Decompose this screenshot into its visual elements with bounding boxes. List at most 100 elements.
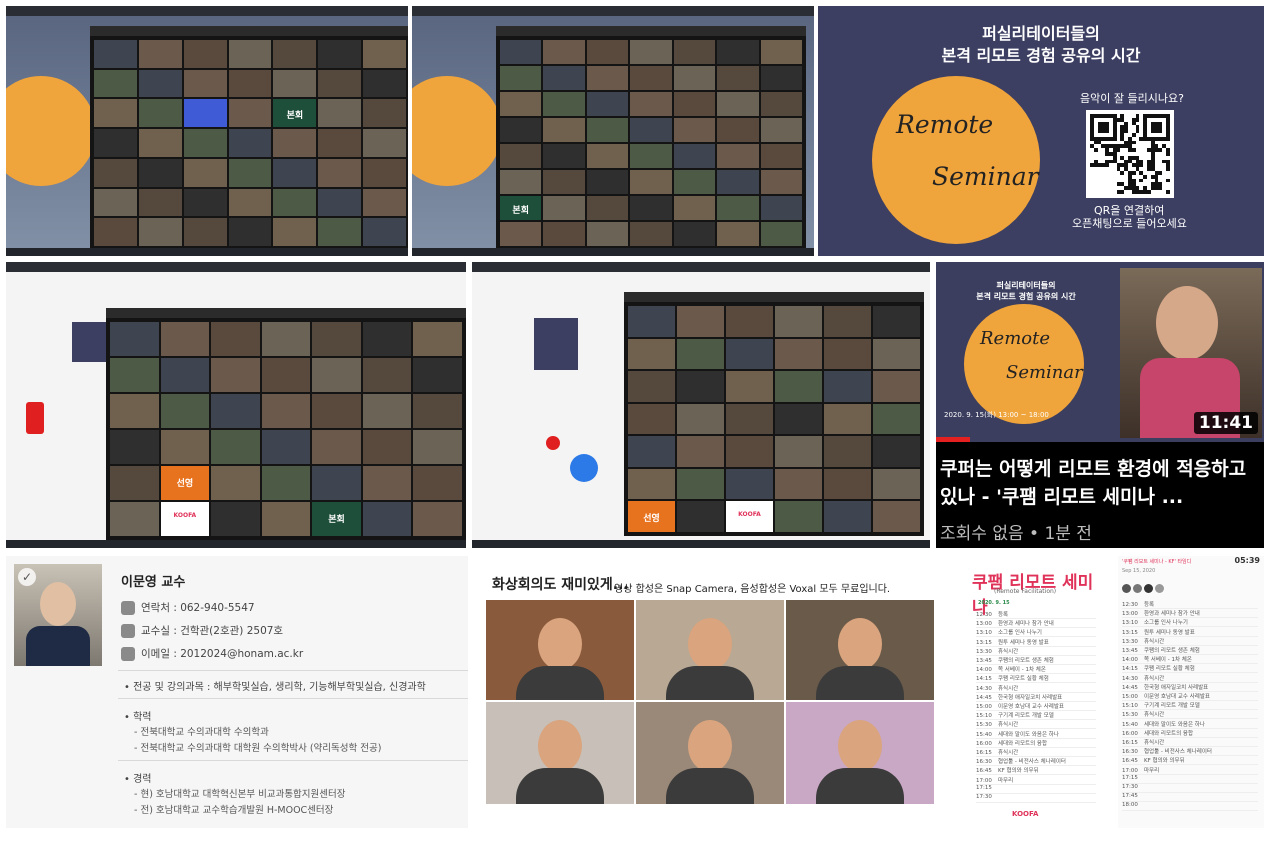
participant-video[interactable] (261, 322, 311, 356)
participant-video[interactable] (873, 371, 920, 402)
participant-video[interactable] (138, 188, 182, 217)
participant-video[interactable] (211, 502, 260, 536)
participant-video[interactable] (500, 66, 542, 90)
participant-video[interactable]: 선영 (160, 466, 210, 500)
participant-video[interactable] (228, 69, 272, 98)
participant-video[interactable] (775, 338, 822, 370)
participant-video[interactable] (318, 99, 362, 128)
participant-video[interactable] (363, 158, 406, 187)
participant-video[interactable] (760, 92, 802, 116)
participant-video[interactable] (717, 222, 759, 246)
participant-video[interactable] (318, 158, 362, 187)
participant-video[interactable] (673, 170, 716, 194)
participant-video[interactable] (500, 40, 542, 64)
participant-video[interactable] (630, 92, 672, 116)
participant-video[interactable] (312, 466, 361, 500)
participant-video[interactable] (183, 129, 227, 157)
participant-video[interactable] (543, 40, 585, 64)
participant-video[interactable] (677, 338, 724, 370)
participant-video[interactable] (543, 66, 585, 90)
participant-video[interactable] (760, 118, 802, 142)
participant-video[interactable] (717, 144, 759, 168)
participant-video[interactable] (677, 468, 724, 500)
participant-video[interactable] (110, 322, 159, 356)
participant-video[interactable] (363, 69, 406, 98)
participant-video[interactable] (873, 501, 920, 532)
participant-video[interactable] (273, 218, 317, 246)
participant-video[interactable] (94, 40, 137, 68)
participant-video[interactable] (677, 371, 724, 402)
participant-video[interactable]: 본회 (312, 502, 361, 536)
participant-video[interactable] (760, 170, 802, 194)
participant-video[interactable] (500, 170, 542, 194)
participant-video[interactable] (273, 40, 317, 68)
participant-video[interactable] (318, 129, 362, 157)
participant-video[interactable] (312, 394, 361, 428)
participant-video[interactable] (138, 69, 182, 98)
participant-video[interactable] (138, 218, 182, 246)
participant-video[interactable] (228, 40, 272, 68)
participant-video[interactable] (824, 468, 871, 500)
participant-video[interactable] (760, 196, 802, 220)
participant-video[interactable] (677, 436, 724, 467)
participant-video[interactable] (760, 40, 802, 64)
participant-video[interactable] (413, 394, 462, 428)
participant-video[interactable] (543, 144, 585, 168)
participant-video[interactable] (362, 466, 412, 500)
participant-video[interactable] (726, 436, 773, 467)
participant-video[interactable] (363, 129, 406, 157)
participant-video[interactable] (630, 144, 672, 168)
participant-video[interactable] (543, 118, 585, 142)
participant-video[interactable] (726, 371, 773, 402)
participant-video[interactable] (775, 371, 822, 402)
participant-video[interactable] (717, 118, 759, 142)
participant-video[interactable] (628, 371, 675, 402)
participant-video[interactable] (94, 99, 137, 128)
participant-video[interactable] (500, 222, 542, 246)
participant-video[interactable] (630, 66, 672, 90)
participant-video[interactable] (775, 403, 822, 435)
participant-video[interactable] (677, 306, 724, 337)
participant-video[interactable] (586, 92, 629, 116)
participant-video[interactable] (211, 322, 260, 356)
participant-video[interactable] (183, 99, 227, 128)
participant-video[interactable] (726, 306, 773, 337)
participant-video[interactable] (94, 158, 137, 187)
zoom-gallery-window[interactable]: 선영 KOOFA 본회 (106, 308, 466, 540)
participant-video[interactable] (677, 403, 724, 435)
participant-video[interactable]: KOOFA (726, 501, 773, 532)
participant-video[interactable] (673, 92, 716, 116)
participant-video[interactable] (586, 222, 629, 246)
participant-video[interactable] (261, 358, 311, 392)
participant-video[interactable] (586, 196, 629, 220)
participant-video[interactable] (677, 501, 724, 532)
participant-video[interactable] (543, 170, 585, 194)
zoom-gallery-window[interactable]: 본회 (90, 26, 408, 250)
participant-video[interactable] (183, 40, 227, 68)
participant-video[interactable] (873, 306, 920, 337)
participant-video[interactable] (630, 40, 672, 64)
qr-code[interactable] (1086, 110, 1174, 198)
participant-video[interactable] (363, 188, 406, 217)
participant-video[interactable] (824, 403, 871, 435)
participant-video[interactable] (228, 99, 272, 128)
participant-video[interactable] (630, 196, 672, 220)
participant-video[interactable]: 본회 (500, 196, 542, 220)
participant-video[interactable] (586, 118, 629, 142)
participant-video[interactable] (138, 99, 182, 128)
participant-video[interactable] (363, 99, 406, 128)
participant-video[interactable] (261, 394, 311, 428)
participant-video[interactable] (110, 466, 159, 500)
participant-video[interactable] (318, 69, 362, 98)
participant-video[interactable] (824, 371, 871, 402)
participant-video[interactable] (717, 40, 759, 64)
participant-video[interactable] (413, 322, 462, 356)
participant-video[interactable] (628, 403, 675, 435)
participant-video[interactable] (312, 322, 361, 356)
participant-video[interactable] (110, 358, 159, 392)
participant-video[interactable] (110, 430, 159, 464)
participant-video[interactable] (726, 403, 773, 435)
participant-video[interactable] (500, 92, 542, 116)
participant-video[interactable] (630, 170, 672, 194)
participant-video[interactable] (630, 118, 672, 142)
